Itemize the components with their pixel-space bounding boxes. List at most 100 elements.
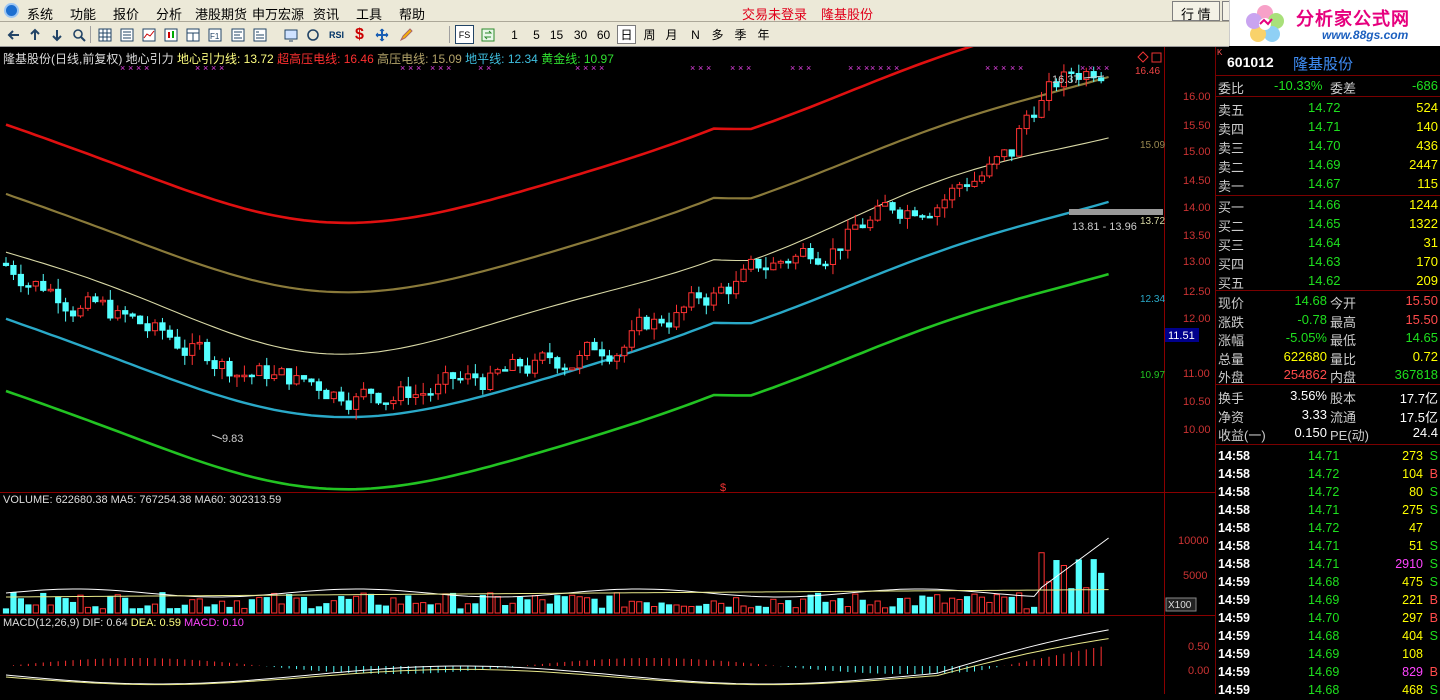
refresh-icon[interactable] xyxy=(303,25,322,44)
stock-code[interactable]: 601012 xyxy=(1227,54,1274,70)
tick-row[interactable]: 14:59 14.68 468 S xyxy=(1216,682,1440,700)
quote-value: 14.65 xyxy=(1405,330,1438,345)
pencil-icon[interactable] xyxy=(396,25,415,44)
menu-shenwan[interactable]: 申万宏源 xyxy=(252,4,304,23)
info-icon[interactable] xyxy=(228,25,247,44)
period-month[interactable]: 月 xyxy=(662,25,681,44)
list-icon[interactable] xyxy=(117,25,136,44)
tick-row[interactable]: 14:59 14.69 221 B xyxy=(1216,592,1440,610)
menu-function[interactable]: 功能 xyxy=(70,4,96,23)
legend-dx: 地心引力线: 13.72 xyxy=(177,52,274,66)
volume-bar xyxy=(189,599,196,614)
tick-row[interactable]: 14:59 14.68 404 S xyxy=(1216,628,1440,646)
tick-price: 14.70 xyxy=(1308,611,1340,625)
candle-body xyxy=(1045,81,1053,101)
sell-price: 14.72 xyxy=(1308,100,1341,115)
period-15min[interactable]: 15 xyxy=(547,25,566,44)
kline-icon[interactable] xyxy=(161,25,180,44)
candle-body xyxy=(546,352,553,359)
volume-bar xyxy=(665,604,673,614)
banner-ad[interactable]: 分析家公式网 www.88gs.com xyxy=(1229,0,1440,46)
stock-name[interactable]: 隆基股份 xyxy=(1293,53,1353,74)
period-day[interactable]: 日 xyxy=(617,25,636,44)
indicator-legend: 隆基股份(日线,前复权) 地心引力 地心引力线: 13.72 超高压电线: 16… xyxy=(3,50,614,67)
tab-quote[interactable]: 行 情 xyxy=(1172,1,1220,22)
sell-volume: 524 xyxy=(1416,100,1438,115)
volume-bar xyxy=(718,602,725,614)
period-60min[interactable]: 60 xyxy=(594,25,613,44)
sell-price: 14.67 xyxy=(1308,176,1341,191)
period-1min[interactable]: 1 xyxy=(505,25,524,44)
signal-mark: × xyxy=(806,63,811,73)
switch-icon[interactable] xyxy=(478,25,497,44)
candle-body xyxy=(770,262,777,271)
app-logo-icon[interactable] xyxy=(4,3,19,18)
rsi-button[interactable]: RSI xyxy=(327,25,346,44)
candle-body xyxy=(435,383,442,395)
menu-tools[interactable]: 工具 xyxy=(356,4,382,23)
down-icon[interactable] xyxy=(47,25,66,44)
tick-row[interactable]: 14:58 14.71 2910 S xyxy=(1216,556,1440,574)
period-30min[interactable]: 30 xyxy=(571,25,590,44)
fs-button[interactable]: FS xyxy=(455,25,474,44)
cross-icon[interactable] xyxy=(372,25,391,44)
kline-chart[interactable]: × × × × × × × × × × × × × × × × × × × × × × × × × × × × × × × × × × × × × × × ×… xyxy=(0,47,1215,694)
menu-news[interactable]: 资讯 xyxy=(313,4,339,23)
grid-icon[interactable] xyxy=(95,25,114,44)
quote-value: 14.68 xyxy=(1294,293,1327,308)
period-5min[interactable]: 5 xyxy=(527,25,546,44)
sell-price: 14.69 xyxy=(1308,157,1341,172)
buy-label: 买二 xyxy=(1218,219,1245,234)
tick-time: 14:59 xyxy=(1218,575,1250,589)
menu-help[interactable]: 帮助 xyxy=(399,4,425,23)
chart-line-icon[interactable] xyxy=(139,25,158,44)
window-toggle-icon[interactable] xyxy=(1151,52,1162,63)
back-icon[interactable] xyxy=(4,25,23,44)
tick-price: 14.72 xyxy=(1308,521,1340,535)
period-n[interactable]: N xyxy=(686,25,705,44)
zoom-icon[interactable] xyxy=(69,25,88,44)
candle-body xyxy=(17,273,24,287)
candle-body xyxy=(457,377,464,381)
tick-row[interactable]: 14:59 14.68 475 S xyxy=(1216,574,1440,592)
chart-canvas[interactable]: × × × × × × × × × × × × × × × × × × × × × × × × × × × × × × × × × × × × × × × ×… xyxy=(0,47,1215,694)
period-quarter[interactable]: 季 xyxy=(731,25,750,44)
candle-body xyxy=(561,367,568,371)
menu-hk-futures[interactable]: 港股期货 xyxy=(195,4,247,23)
signal-mark: × xyxy=(790,63,795,73)
menu-system[interactable]: 系统 xyxy=(27,4,53,23)
dollar-icon[interactable]: $ xyxy=(350,25,369,44)
period-multi[interactable]: 多 xyxy=(708,25,727,44)
candle-body xyxy=(934,207,941,217)
tick-row[interactable]: 14:59 14.69 829 B xyxy=(1216,664,1440,682)
up-icon[interactable] xyxy=(25,25,44,44)
tick-row[interactable]: 14:59 14.70 297 B xyxy=(1216,610,1440,628)
tick-row[interactable]: 14:58 14.71 273 S xyxy=(1216,448,1440,466)
menu-analysis[interactable]: 分析 xyxy=(156,4,182,23)
period-year[interactable]: 年 xyxy=(754,25,773,44)
diamond-icon[interactable] xyxy=(1137,51,1149,63)
weibi-row: 委比 -10.33% 委差 -686 xyxy=(1216,77,1440,96)
volume-bar xyxy=(338,596,345,614)
news-icon[interactable] xyxy=(250,25,269,44)
sell-row: 卖二 14.69 2447 xyxy=(1216,156,1440,175)
quote-row: 总量 622680 量比 0.72 xyxy=(1216,348,1440,367)
monitor-icon[interactable] xyxy=(281,25,300,44)
candle-body xyxy=(263,365,270,380)
tick-row[interactable]: 14:58 14.72 104 B xyxy=(1216,466,1440,484)
tick-row[interactable]: 14:58 14.72 80 S xyxy=(1216,484,1440,502)
candle-body xyxy=(867,219,874,229)
period-week[interactable]: 周 xyxy=(640,25,659,44)
f10-icon[interactable]: F1 xyxy=(205,25,224,44)
volume-bar xyxy=(1075,559,1082,614)
tick-row[interactable]: 14:58 14.72 47 xyxy=(1216,520,1440,538)
table-icon[interactable] xyxy=(183,25,202,44)
signal-mark: × xyxy=(698,63,703,73)
tick-row[interactable]: 14:58 14.71 51 S xyxy=(1216,538,1440,556)
volume-bar xyxy=(196,598,203,614)
tick-row[interactable]: 14:58 14.71 275 S xyxy=(1216,502,1440,520)
volume-bar xyxy=(114,594,121,614)
tick-row[interactable]: 14:59 14.69 108 xyxy=(1216,646,1440,664)
tick-volume: 80 xyxy=(1409,485,1423,499)
menu-quote[interactable]: 报价 xyxy=(113,4,139,23)
